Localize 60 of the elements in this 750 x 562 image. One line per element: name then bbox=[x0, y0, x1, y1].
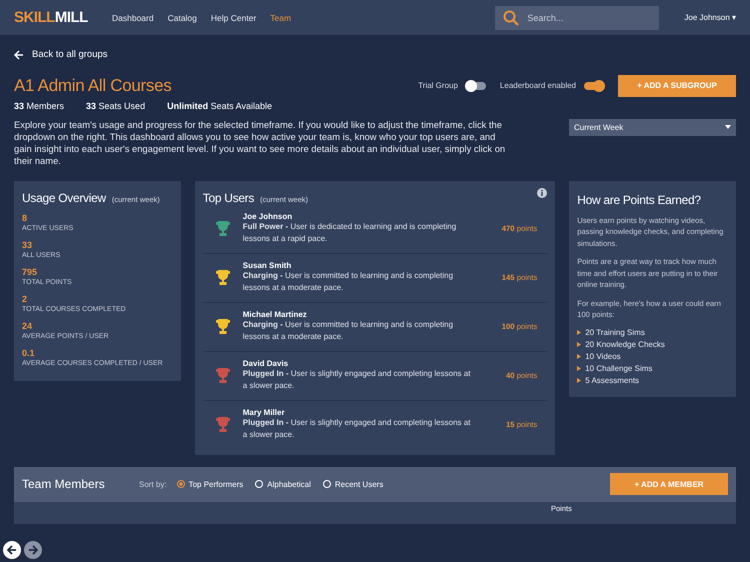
stat-text: Unlimited Seats Available bbox=[167, 100, 272, 110]
search-field[interactable]: Search... bbox=[495, 6, 660, 30]
list-item: 20 Training Sims bbox=[585, 328, 645, 336]
nav-link[interactable]: Dashboard bbox=[112, 12, 154, 22]
section-title: Team Members bbox=[22, 477, 106, 491]
back-arrow-icon bbox=[7, 545, 17, 555]
sort-radio-option[interactable]: Recent Users bbox=[322, 480, 384, 488]
logo[interactable]: SKILLMILL bbox=[14, 9, 112, 26]
toggle-label: Trial Group bbox=[418, 81, 458, 90]
group-title: A1 Admin All Courses bbox=[14, 76, 172, 96]
sort-radio-option[interactable]: Alphabetical bbox=[255, 480, 311, 488]
description-text: Explore your team's usage and progress for the selected timeframe. If you would like to adjust the timeframe, click the dropdown on the right. This dashboard allows you to see how active your team is, know who your top users are, and gain insight into each user's engagement level. If you want to see more details about an individual user, simply click on their name. bbox=[14, 118, 506, 166]
user-level-text: Full Power - User is dedicated to learning and is completing lessons at a rapid pace. bbox=[242, 221, 458, 245]
list-item: 20 Knowledge Checks bbox=[585, 340, 665, 348]
metric-value: 24 bbox=[22, 320, 34, 330]
bullet-icon bbox=[577, 378, 582, 382]
back-link[interactable]: Back to all groups bbox=[14, 49, 108, 60]
metric-value: 795 bbox=[22, 266, 38, 276]
user-name-link[interactable]: Susan Smith bbox=[242, 261, 475, 270]
user-menu[interactable]: Joe Johnson ▾ bbox=[684, 13, 736, 22]
radio-button[interactable] bbox=[176, 480, 185, 488]
back-nav-button[interactable] bbox=[3, 541, 21, 559]
toggle-switch[interactable] bbox=[466, 82, 486, 90]
toggle-switch[interactable] bbox=[584, 82, 604, 90]
toggle-label: Leaderboard enabled bbox=[500, 81, 576, 90]
caret-icon bbox=[725, 125, 731, 129]
card-title: Top Users bbox=[202, 190, 254, 204]
timeframe-dropdown[interactable]: Current Week bbox=[569, 118, 736, 136]
sort-label: Sort by: bbox=[139, 480, 167, 488]
bullet-icon bbox=[577, 330, 582, 334]
sort-radio-option[interactable]: Top Performers bbox=[176, 480, 244, 488]
forward-arrow-icon bbox=[28, 545, 38, 555]
card-title: Usage Overview bbox=[22, 190, 106, 204]
list-item: 10 Challenge Sims bbox=[585, 364, 652, 372]
user-name-link[interactable]: Mary Miller bbox=[242, 408, 475, 417]
metric-value: 0.1 bbox=[22, 348, 36, 358]
info-icon[interactable] bbox=[537, 188, 548, 198]
user-name-link[interactable]: Michael Martinez bbox=[242, 310, 475, 319]
stat-text: 33 Members bbox=[14, 100, 64, 110]
user-name-link[interactable]: Joe Johnson bbox=[242, 212, 475, 221]
user-name-link[interactable]: David Davis bbox=[242, 359, 475, 368]
nav-link[interactable]: Catalog bbox=[168, 12, 197, 22]
list-item: 10 Videos bbox=[585, 352, 621, 360]
stat-text: 33 Seats Used bbox=[86, 100, 146, 110]
user-level-text: Plugged In - User is slightly engaged and completing lessons at a slower pace. bbox=[242, 368, 472, 392]
user-level-text: Charging - User is committed to learning and is completing lessons at a moderate pace. bbox=[242, 319, 454, 343]
metric-value: 33 bbox=[22, 240, 34, 250]
list-item: 5 Assessments bbox=[585, 376, 640, 384]
card-title: How are Points Earned? bbox=[577, 192, 702, 206]
bullet-icon bbox=[577, 354, 582, 358]
nav-link[interactable]: Team bbox=[270, 12, 292, 22]
forward-nav-button[interactable] bbox=[24, 541, 42, 559]
bullet-icon bbox=[577, 342, 582, 346]
back-arrow-icon bbox=[14, 50, 24, 60]
metric-value: 2 bbox=[22, 294, 28, 304]
nav-link[interactable]: Help Center bbox=[210, 12, 256, 22]
user-level-text: Charging - User is committed to learning and is completing lessons at a moderate pace. bbox=[242, 270, 454, 294]
user-level-text: Plugged In - User is slightly engaged and completing lessons at a slower pace. bbox=[242, 417, 472, 441]
metric-value: 8 bbox=[22, 212, 28, 222]
bullet-icon bbox=[577, 366, 582, 370]
